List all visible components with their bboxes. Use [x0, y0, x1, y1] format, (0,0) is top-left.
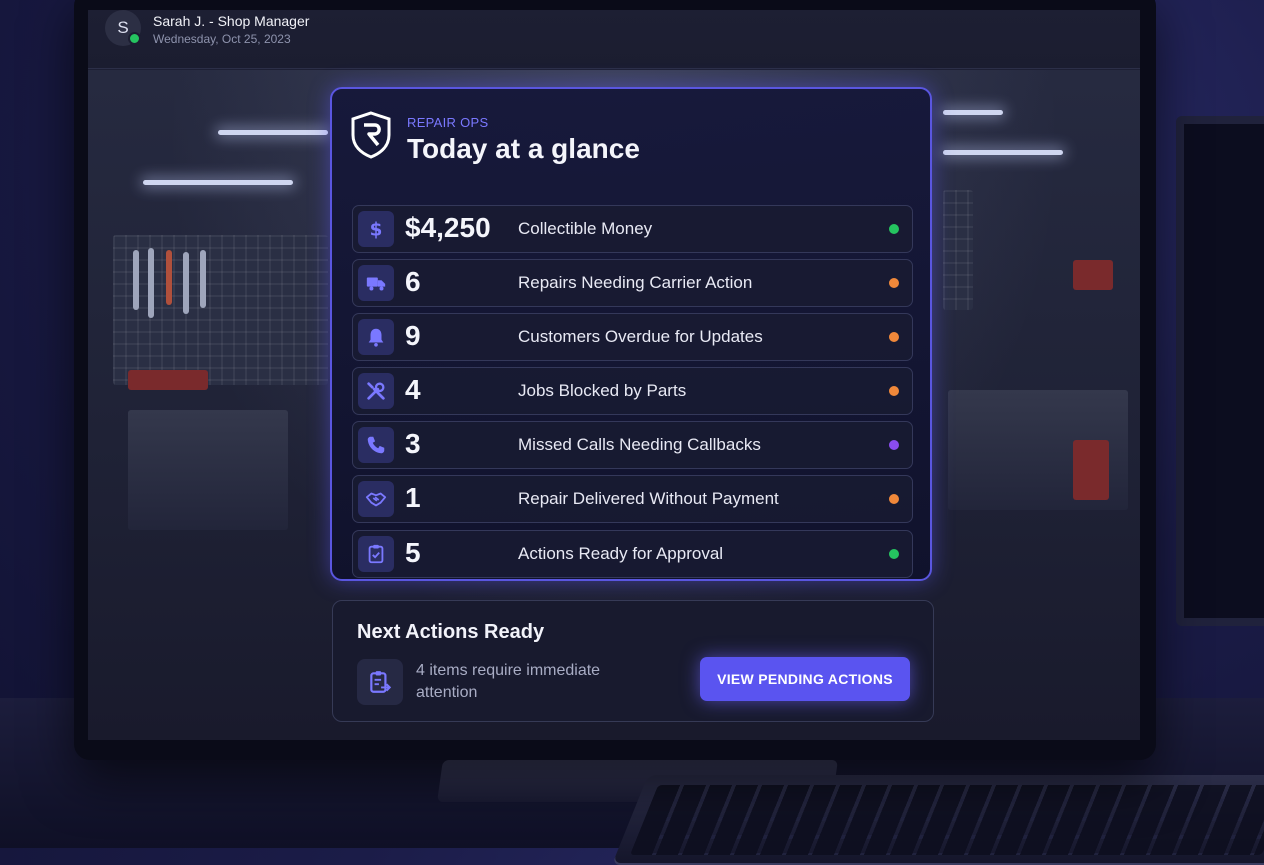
metric-label: Jobs Blocked by Parts [518, 381, 687, 400]
next-actions-description: 4 items require immediate attention [416, 662, 601, 701]
status-dot [889, 224, 899, 234]
wrench-tool [133, 250, 139, 310]
avatar-initial: S [117, 18, 129, 37]
today-at-a-glance-panel: REPAIR OPS Today at a glance $ $4,250 Co… [330, 87, 932, 581]
metric-row-collectible-money[interactable]: $ $4,250 Collectible Money [352, 205, 913, 253]
pliers-tool [166, 250, 172, 305]
toolbox [128, 370, 208, 390]
status-dot [889, 549, 899, 559]
metric-value: 5 [405, 537, 421, 568]
handshake-icon [358, 481, 394, 517]
metric-row-jobs-blocked[interactable]: 4 Jobs Blocked by Parts [352, 367, 913, 415]
metric-value: 6 [405, 266, 421, 297]
phone-icon [358, 427, 394, 463]
keyboard [611, 775, 1264, 865]
current-date: Wednesday, Oct 25, 2023 [153, 32, 291, 46]
dollar-icon: $ [358, 211, 394, 247]
metric-row-actions-ready[interactable]: 5 Actions Ready for Approval [352, 530, 913, 578]
panel-title: Today at a glance [407, 133, 640, 164]
next-actions-title: Next Actions Ready [357, 621, 545, 643]
top-bar: S Sarah J. - Shop Manager Wednesday, Oct… [88, 10, 1140, 69]
wrench-tool [148, 248, 154, 318]
status-dot [889, 494, 899, 504]
status-dot [889, 332, 899, 342]
red-toolbox [1073, 260, 1113, 290]
tool-cabinet [128, 410, 288, 530]
metric-row-missed-calls[interactable]: 3 Missed Calls Needing Callbacks [352, 421, 913, 469]
bell-icon [358, 319, 394, 355]
status-dot [889, 278, 899, 288]
side-monitor [1176, 116, 1264, 626]
svg-text:$: $ [370, 219, 383, 240]
wrench-tool [183, 252, 189, 314]
truck-icon [358, 265, 394, 301]
wrench-icon [358, 373, 394, 409]
status-dot [889, 386, 899, 396]
clipboard-arrow-icon [357, 659, 403, 705]
ceiling-light [143, 180, 293, 185]
metric-label: Actions Ready for Approval [518, 544, 724, 563]
ceiling-light [943, 150, 1063, 155]
clipboard-check-icon [358, 536, 394, 572]
ceiling-light [218, 130, 328, 135]
metric-label: Repairs Needing Carrier Action [518, 273, 753, 292]
metric-row-delivered-without-payment[interactable]: 1 Repair Delivered Without Payment [352, 475, 913, 523]
metric-value: $4,250 [405, 212, 491, 243]
metric-value: 9 [405, 320, 421, 351]
shield-logo-icon [351, 111, 391, 159]
user-name: Sarah J. - Shop Manager [153, 13, 310, 29]
metric-row-carrier-action[interactable]: 6 Repairs Needing Carrier Action [352, 259, 913, 307]
metric-value: 3 [405, 428, 421, 459]
metric-value: 4 [405, 374, 421, 405]
red-tool-chest [1073, 440, 1109, 500]
metric-label: Collectible Money [518, 219, 653, 238]
pegboard [113, 235, 328, 385]
wrench-tool [200, 250, 206, 308]
monitor: S Sarah J. - Shop Manager Wednesday, Oct… [74, 0, 1156, 760]
shelving [943, 190, 973, 310]
next-actions-card: Next Actions Ready 4 items require immed… [332, 600, 934, 722]
screen: S Sarah J. - Shop Manager Wednesday, Oct… [88, 10, 1140, 740]
metric-value: 1 [405, 482, 421, 513]
status-dot [889, 440, 899, 450]
online-status-indicator [128, 32, 141, 45]
metric-label: Repair Delivered Without Payment [518, 489, 779, 508]
metric-label: Missed Calls Needing Callbacks [518, 435, 761, 454]
metric-row-customers-overdue[interactable]: 9 Customers Overdue for Updates [352, 313, 913, 361]
metric-label: Customers Overdue for Updates [518, 327, 763, 346]
panel-eyebrow: REPAIR OPS [407, 115, 489, 130]
view-pending-actions-button[interactable]: VIEW PENDING ACTIONS [700, 657, 910, 701]
avatar[interactable]: S [105, 10, 141, 46]
ceiling-light [943, 110, 1003, 115]
